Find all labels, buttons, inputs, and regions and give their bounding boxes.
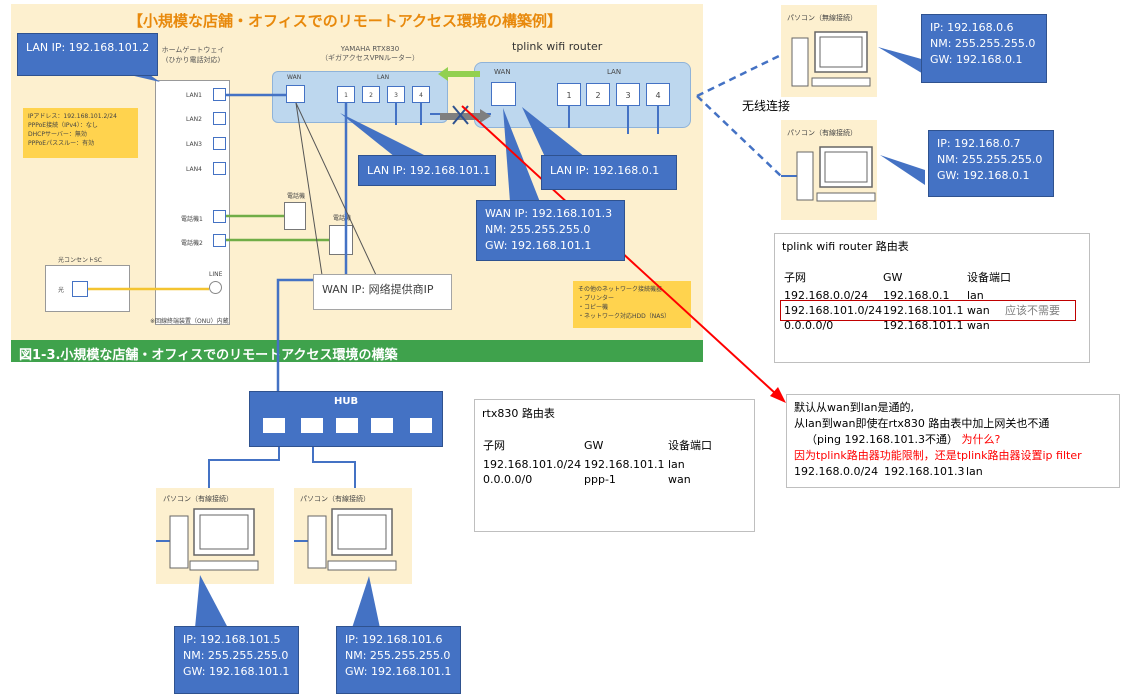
- table-cell: 192.168.0.0/24: [794, 465, 879, 478]
- pc-screen-icon: [337, 514, 387, 550]
- table-row: 192.168.101.0/24 192.168.101.1 lan: [483, 457, 712, 472]
- tplink-table-title: tplink wifi router 路由表: [782, 240, 909, 253]
- callout-pc-wired-right: IP: 192.168.0.7 NM: 255.255.255.0 GW: 19…: [928, 130, 1054, 197]
- gray-arrow-head: [480, 109, 491, 123]
- pc-screen-icon: [199, 514, 249, 550]
- pc-stand-icon: [811, 77, 871, 87]
- table-cell: lan: [668, 458, 685, 471]
- pc-screen-icon: [824, 151, 868, 183]
- note-question: 为什么?: [961, 433, 1001, 446]
- callout-pointer: [522, 107, 585, 157]
- table-cell: 0.0.0.0/0: [483, 473, 533, 486]
- pc-stand-icon: [327, 560, 397, 571]
- table-header: GW: [883, 271, 903, 284]
- pc-tower-icon: [307, 515, 327, 569]
- highlighted-row-box: [780, 300, 1076, 321]
- table-header-row: 子网 GW 设备端口: [483, 438, 712, 453]
- note-line: 从lan到wan即使在rtx830 路由表中加上网关也不通: [794, 417, 1050, 430]
- table-cell: 192.168.101.3: [884, 465, 965, 478]
- table-cell: 192.168.101.0/24: [483, 458, 582, 471]
- note-route-row: 192.168.0.0/24 192.168.101.3 lan: [794, 464, 1082, 480]
- wireless-link: [696, 95, 782, 177]
- callout-tplink-lan-ip: LAN IP: 192.168.0.1: [541, 155, 677, 190]
- callout-gateway-lan-ip: LAN IP: 192.168.101.2: [17, 33, 158, 76]
- callout-pc-wireless: IP: 192.168.0.6 NM: 255.255.255.0 GW: 19…: [921, 14, 1047, 83]
- table-cell: 192.168.101.1: [584, 458, 665, 471]
- wireless-link: [696, 53, 782, 98]
- callout-pc-left: IP: 192.168.101.5 NM: 255.255.255.0 GW: …: [174, 626, 299, 694]
- yamaha-to-hub-cable: [276, 103, 348, 391]
- table-cell: wan: [668, 473, 691, 486]
- rtx-table-title: rtx830 路由表: [482, 407, 555, 420]
- pc-tower-icon: [791, 37, 809, 87]
- callout-pointer: [878, 47, 925, 75]
- note-line: 默认从wan到lan是通的,: [794, 401, 914, 414]
- table-cell: ppp-1: [584, 473, 616, 486]
- callout-pointer: [195, 575, 228, 628]
- pc-tower-icon: [169, 515, 189, 569]
- table-header: 设备端口: [967, 271, 1011, 284]
- callout-pc-mid: IP: 192.168.101.6 NM: 255.255.255.0 GW: …: [336, 626, 461, 694]
- callout-pointer: [340, 113, 428, 157]
- table-cell: lan: [966, 465, 983, 478]
- pc-tower-icon: [796, 151, 814, 201]
- note-ping-text: （ping 192.168.101.3不通）: [806, 433, 958, 446]
- table-header: 子网: [483, 439, 505, 452]
- callout-pointer: [130, 75, 160, 82]
- callout-pointer: [880, 155, 925, 185]
- green-arrow-body: [448, 71, 480, 77]
- callout-tplink-wan: WAN IP: 192.168.101.3 NM: 255.255.255.0 …: [476, 200, 625, 261]
- note-red-line: 因为tplink路由器功能限制，还是tplink路由器设置ip filter: [794, 449, 1082, 462]
- table-header: GW: [584, 439, 604, 452]
- table-row: 0.0.0.0/0 ppp-1 wan: [483, 472, 712, 487]
- callout-rtx-lan-ip: LAN IP: 192.168.101.1: [358, 155, 496, 186]
- question-note: 默认从wan到lan是通的, 从lan到wan即使在rtx830 路由表中加上网…: [794, 400, 1082, 480]
- callout-rtx-wan-ip: WAN IP: 网络提供商IP: [313, 274, 452, 310]
- green-arrow-head: [438, 67, 448, 81]
- callout-pointer: [352, 576, 380, 628]
- table-header: 设备端口: [668, 439, 712, 452]
- rtx-table: 子网 GW 设备端口 192.168.101.0/24 192.168.101.…: [483, 438, 712, 487]
- pc-stand-icon: [816, 192, 876, 202]
- pc-screen-icon: [819, 36, 863, 68]
- note-line: （ping 192.168.101.3不通） 为什么?: [794, 432, 1082, 448]
- table-header-row: 子网 GW 设备端口: [784, 270, 1060, 285]
- pc-stand-icon: [189, 560, 259, 571]
- wan-ip-pointer: [295, 102, 323, 276]
- table-header: 子网: [784, 271, 806, 284]
- hub-to-pc-mid-cable: [312, 447, 356, 488]
- hub-to-pc-left-cable: [208, 447, 280, 488]
